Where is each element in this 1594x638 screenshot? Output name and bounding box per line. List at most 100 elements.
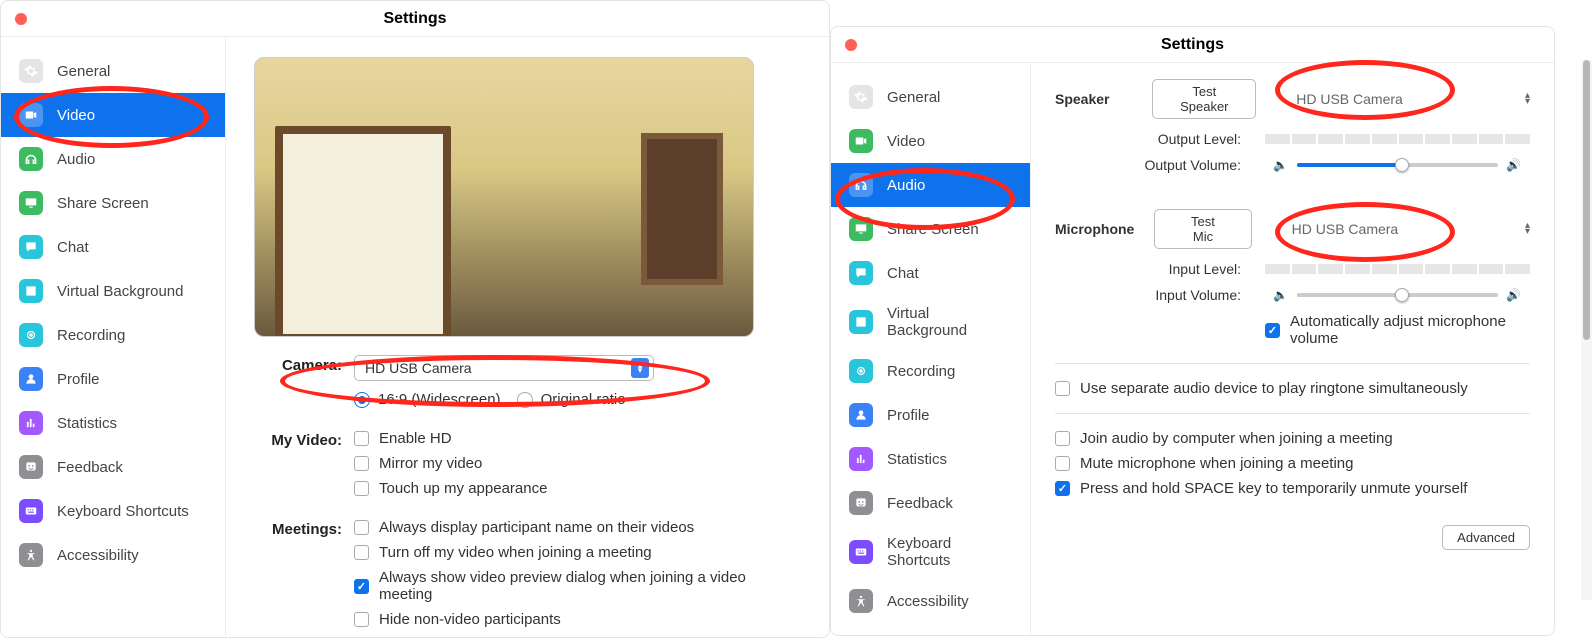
sidebar-item-recording[interactable]: Recording <box>831 349 1030 393</box>
checkbox-label: Always display participant name on their… <box>379 519 694 536</box>
sidebar-item-label: Virtual Background <box>57 283 183 300</box>
sidebar-item-virtual-background[interactable]: Virtual Background <box>1 269 225 313</box>
sidebar-item-label: Recording <box>887 363 955 380</box>
checkbox-label: Always show video preview dialog when jo… <box>379 569 801 603</box>
feedback-icon <box>849 491 873 515</box>
scrollbar[interactable] <box>1581 60 1592 600</box>
input-volume-slider[interactable] <box>1297 293 1498 297</box>
meetings-row: Hide non-video participants <box>354 611 801 628</box>
sidebar-item-label: General <box>57 63 110 80</box>
advanced-button[interactable]: Advanced <box>1442 525 1530 550</box>
camera-dropdown[interactable]: HD USB Camera ▴▾ <box>354 355 654 381</box>
checkbox[interactable] <box>1055 431 1070 446</box>
window-title: Settings <box>383 10 446 27</box>
sidebar-item-general[interactable]: General <box>1 49 225 93</box>
volume-high-icon: 🔊 <box>1506 288 1522 302</box>
myvideo-label: My Video: <box>254 430 354 449</box>
video-icon <box>849 129 873 153</box>
checkbox[interactable] <box>1055 481 1070 496</box>
sidebar-item-label: Statistics <box>887 451 947 468</box>
sidebar-item-keyboard-shortcuts[interactable]: Keyboard Shortcuts <box>831 525 1030 579</box>
checkbox-label: Touch up my appearance <box>379 480 547 497</box>
checkbox-label: Hide non-video participants <box>379 611 561 628</box>
checkbox-auto-mic[interactable] <box>1265 323 1280 338</box>
general-icon <box>19 59 43 83</box>
accessibility-icon <box>19 543 43 567</box>
output-volume-slider[interactable] <box>1297 163 1498 167</box>
sidebar-item-chat[interactable]: Chat <box>1 225 225 269</box>
volume-low-icon: 🔈 <box>1273 158 1289 172</box>
sidebar-item-statistics[interactable]: Statistics <box>831 437 1030 481</box>
sidebar-item-label: Accessibility <box>887 593 969 610</box>
sidebar-item-label: Video <box>57 107 95 124</box>
sidebar-item-label: Feedback <box>887 495 953 512</box>
sidebar-item-share-screen[interactable]: Share Screen <box>1 181 225 225</box>
accessibility-icon <box>849 589 873 613</box>
sidebar-item-general[interactable]: General <box>831 75 1030 119</box>
checkbox-label: Mute microphone when joining a meeting <box>1080 455 1354 472</box>
sidebar-item-profile[interactable]: Profile <box>831 393 1030 437</box>
sidebar: GeneralVideoAudioShare ScreenChat Virtual… <box>831 63 1031 635</box>
checkbox[interactable] <box>354 431 369 446</box>
window-title: Settings <box>1161 36 1224 53</box>
sidebar-item-keyboard-shortcuts[interactable]: Keyboard Shortcuts <box>1 489 225 533</box>
sidebar-item-label: Keyboard Shortcuts <box>57 503 189 520</box>
close-icon[interactable] <box>845 39 857 51</box>
output-level-label: Output Level: <box>1055 131 1265 147</box>
sidebar-item-share-screen[interactable]: Share Screen <box>831 207 1030 251</box>
checkbox[interactable] <box>1055 456 1070 471</box>
checkbox[interactable] <box>354 520 369 535</box>
sidebar-item-label: Recording <box>57 327 125 344</box>
checkbox[interactable] <box>354 481 369 496</box>
sidebar-item-video[interactable]: Video <box>1 93 225 137</box>
sidebar-item-chat[interactable]: Chat <box>831 251 1030 295</box>
sidebar: General Video Audio Share Screen Chat Virtual… <box>1 37 226 637</box>
input-volume-label: Input Volume: <box>1055 287 1265 303</box>
speaker-label: Speaker <box>1055 91 1152 107</box>
checkbox-label: Mirror my video <box>379 455 482 472</box>
sidebar-item-audio[interactable]: Audio <box>1 137 225 181</box>
meetings-label: Meetings: <box>254 519 354 538</box>
sidebar-item-accessibility[interactable]: Accessibility <box>831 579 1030 623</box>
radio-original[interactable] <box>517 392 533 408</box>
sidebar-item-feedback[interactable]: Feedback <box>1 445 225 489</box>
myvideo-row: Enable HD <box>354 430 801 447</box>
virtual-background-icon <box>849 310 873 334</box>
test-speaker-button[interactable]: Test Speaker <box>1152 79 1256 119</box>
sidebar-item-recording[interactable]: Recording <box>1 313 225 357</box>
speaker-dropdown[interactable]: HD USB Camera ▴▾ <box>1286 86 1530 112</box>
video-settings-content: Camera: HD USB Camera ▴▾ 16:9 (Widescree… <box>226 37 829 637</box>
keyboard-shortcuts-icon <box>849 540 873 564</box>
checkbox[interactable] <box>354 612 369 627</box>
mic-dropdown[interactable]: HD USB Camera ▴▾ <box>1282 216 1530 242</box>
sidebar-item-label: Chat <box>57 239 89 256</box>
sidebar-item-virtual-background[interactable]: Virtual Background <box>831 295 1030 349</box>
statistics-icon <box>849 447 873 471</box>
titlebar: Settings <box>831 27 1554 63</box>
test-mic-button[interactable]: Test Mic <box>1154 209 1251 249</box>
sidebar-item-label: Accessibility <box>57 547 139 564</box>
meetings-row: Turn off my video when joining a meeting <box>354 544 801 561</box>
sidebar-item-audio[interactable]: Audio <box>831 163 1030 207</box>
sidebar-item-label: Virtual Background <box>887 305 1012 339</box>
checkbox[interactable] <box>354 456 369 471</box>
sidebar-item-accessibility[interactable]: Accessibility <box>1 533 225 577</box>
meetings-row: Always display participant name on their… <box>354 519 801 536</box>
sidebar-item-statistics[interactable]: Statistics <box>1 401 225 445</box>
output-volume-label: Output Volume: <box>1055 157 1265 173</box>
checkbox[interactable] <box>354 579 369 594</box>
radio-widescreen[interactable] <box>354 392 370 408</box>
output-level-meter <box>1265 134 1530 144</box>
sidebar-item-profile[interactable]: Profile <box>1 357 225 401</box>
audio-option-row: Join audio by computer when joining a me… <box>1055 430 1530 447</box>
sidebar-item-label: Share Screen <box>57 195 149 212</box>
input-level-meter <box>1265 264 1530 274</box>
chat-icon <box>19 235 43 259</box>
sidebar-item-feedback[interactable]: Feedback <box>831 481 1030 525</box>
sidebar-item-video[interactable]: Video <box>831 119 1030 163</box>
chevron-updown-icon: ▴▾ <box>631 358 649 378</box>
close-icon[interactable] <box>15 13 27 25</box>
volume-high-icon: 🔊 <box>1506 158 1522 172</box>
checkbox[interactable] <box>1055 381 1070 396</box>
checkbox[interactable] <box>354 545 369 560</box>
